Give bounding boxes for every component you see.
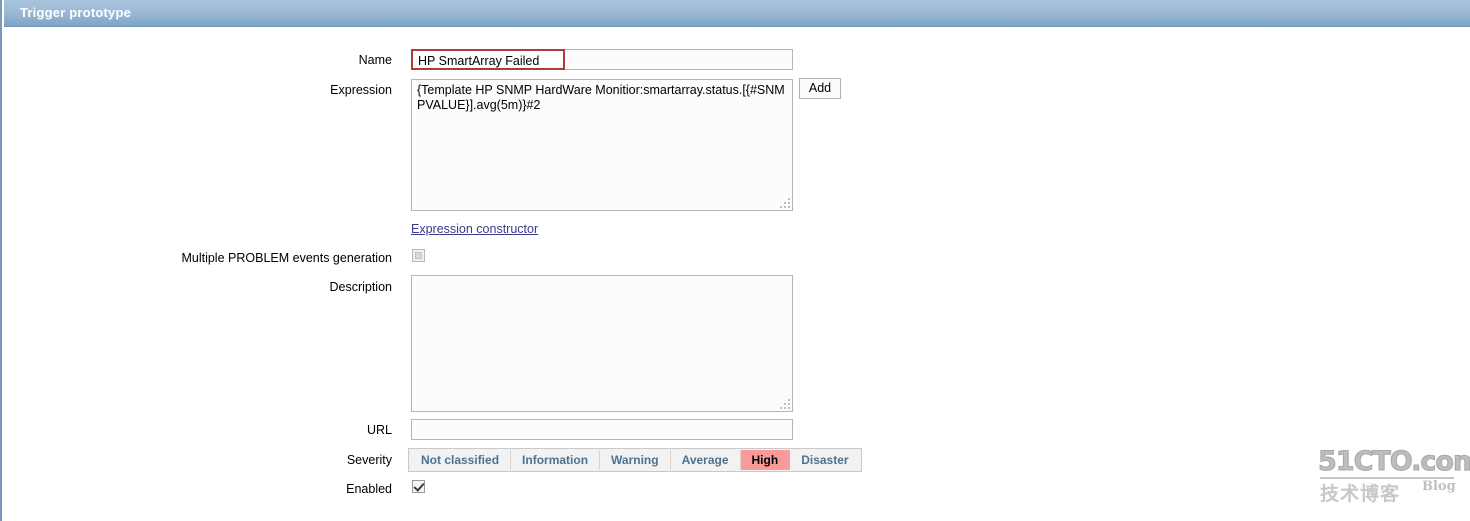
severity-option-disaster[interactable]: Disaster bbox=[790, 450, 860, 470]
expression-textarea[interactable]: {Template HP SNMP HardWare Monitior:smar… bbox=[411, 79, 793, 211]
name-input[interactable]: HP SmartArray Failed bbox=[411, 49, 793, 70]
page-frame: Trigger prototype Name HP SmartArray Fai… bbox=[0, 0, 1470, 521]
watermark-site: 51CTO.com bbox=[1317, 446, 1470, 478]
description-label: Description bbox=[329, 280, 392, 294]
window-titlebar: Trigger prototype bbox=[4, 0, 1470, 27]
name-label: Name bbox=[358, 53, 392, 67]
severity-option-warning[interactable]: Warning bbox=[600, 450, 671, 470]
expression-value: {Template HP SNMP HardWare Monitior:smar… bbox=[417, 83, 785, 112]
description-textarea[interactable] bbox=[411, 275, 793, 412]
resize-grip-icon[interactable] bbox=[780, 399, 790, 409]
severity-option-information[interactable]: Information bbox=[511, 450, 601, 470]
multiple-problem-events-checkbox[interactable] bbox=[412, 249, 425, 262]
url-label: URL bbox=[366, 423, 392, 437]
name-input-value: HP SmartArray Failed bbox=[418, 54, 540, 68]
trigger-prototype-form: Name HP SmartArray Failed Expression {Te… bbox=[2, 27, 1470, 521]
add-expression-button[interactable]: Add bbox=[799, 78, 841, 99]
severity-label: Severity bbox=[346, 453, 392, 467]
name-input-selection-highlight: HP SmartArray Failed bbox=[411, 49, 565, 70]
severity-option-not-classified[interactable]: Not classified bbox=[410, 450, 512, 470]
expression-constructor-link[interactable]: Expression constructor bbox=[411, 222, 538, 236]
watermark-tagline: 技术博客 bbox=[1320, 483, 1401, 505]
enabled-label: Enabled bbox=[346, 482, 392, 496]
watermark-suffix: Blog bbox=[1422, 479, 1456, 494]
resize-grip-icon[interactable] bbox=[780, 198, 790, 208]
url-input[interactable] bbox=[411, 419, 793, 440]
page-title: Trigger prototype bbox=[20, 5, 132, 20]
enabled-checkbox[interactable] bbox=[412, 480, 425, 493]
severity-button-group[interactable]: Not classified Information Warning Avera… bbox=[408, 448, 862, 472]
watermark: 51CTO.com 技术博客 Blog bbox=[1317, 446, 1470, 506]
expression-label: Expression bbox=[330, 83, 392, 97]
severity-option-average[interactable]: Average bbox=[670, 450, 741, 470]
multiple-problem-events-label: Multiple PROBLEM events generation bbox=[181, 251, 392, 265]
severity-option-high[interactable]: High bbox=[740, 450, 791, 470]
